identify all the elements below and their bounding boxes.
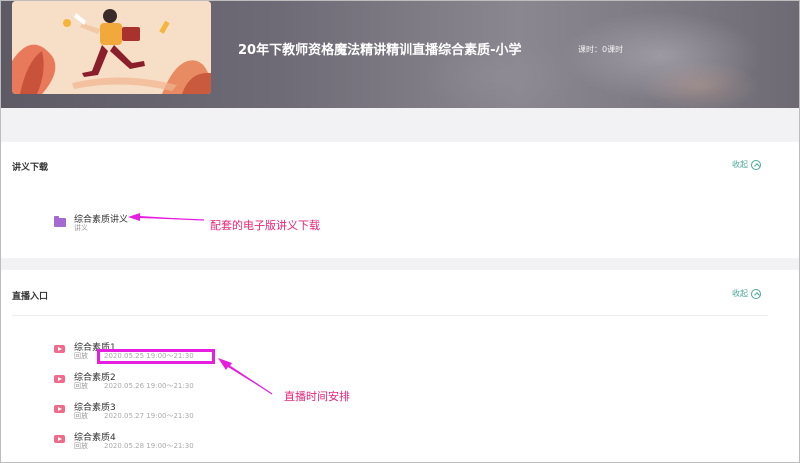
session-status: 回放 (74, 442, 88, 450)
folder-icon (54, 216, 66, 227)
session-time: 2020.05.28 19:00～21:30 (104, 442, 194, 450)
live-session-item[interactable]: 综合素质3 回放 2020.05.27 19:00～21:30 (54, 400, 274, 422)
handout-download-panel: 讲义下载 收起 综合素质讲义 讲义 (1, 142, 799, 258)
chevron-up-icon (751, 288, 761, 299)
video-play-icon (54, 435, 65, 443)
session-status: 回放 (74, 382, 88, 390)
schedule-highlight-box (97, 349, 215, 364)
header-background-blur (641, 61, 761, 108)
handout-annotation: 配套的电子版讲义下载 (210, 219, 320, 232)
section-divider (12, 315, 768, 316)
session-status: 回放 (74, 352, 88, 360)
session-time: 2020.05.26 19:00～21:30 (104, 382, 194, 390)
session-status: 回放 (74, 412, 88, 420)
live-entry-panel: 直播入口 收起 综合素质1 回放 2020.05.25 19:00～21:30 … (1, 270, 799, 463)
video-play-icon (54, 345, 65, 353)
video-play-icon (54, 375, 65, 383)
schedule-annotation: 直播时间安排 (284, 390, 350, 403)
live-section-title: 直播入口 (12, 292, 49, 302)
chevron-up-icon (751, 159, 761, 170)
handout-item-type: 讲义 (74, 224, 88, 232)
collapse-label: 收起 (732, 289, 748, 298)
live-session-item[interactable]: 综合素质2 回放 2020.05.26 19:00～21:30 (54, 370, 274, 392)
handout-section-title: 讲义下载 (12, 163, 49, 173)
course-hours: 课时：0课时 (578, 45, 624, 54)
handout-collapse-toggle[interactable]: 收起 (732, 159, 761, 170)
live-collapse-toggle[interactable]: 收起 (732, 288, 761, 299)
course-cover-image (12, 1, 211, 94)
collapse-label: 收起 (732, 160, 748, 169)
running-girl-illustration (12, 1, 211, 94)
session-time: 2020.05.27 19:00～21:30 (104, 412, 194, 420)
course-title: 20年下教师资格魔法精讲精训直播综合素质-小学 (238, 43, 522, 58)
video-play-icon (54, 405, 65, 413)
course-header: 20年下教师资格魔法精讲精训直播综合素质-小学 课时：0课时 (1, 1, 799, 108)
live-session-item[interactable]: 综合素质4 回放 2020.05.28 19:00～21:30 (54, 430, 274, 452)
